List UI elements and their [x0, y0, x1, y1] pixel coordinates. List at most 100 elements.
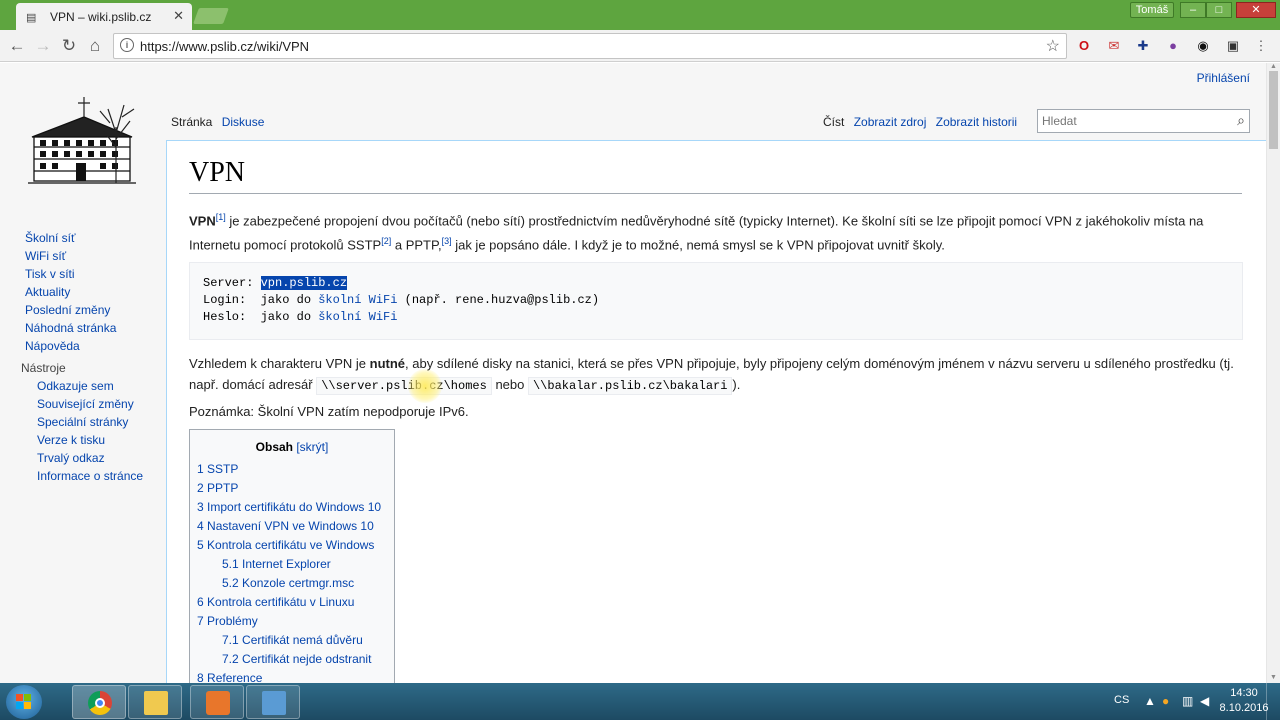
vpn-settings-block: Server: vpn.pslib.cz Login: jako do škol…: [189, 262, 1243, 340]
search-input[interactable]: [1042, 111, 1222, 131]
ref-2-link[interactable]: [2]: [381, 236, 391, 246]
minimize-button[interactable]: –: [1180, 2, 1206, 18]
forward-icon[interactable]: →: [32, 35, 54, 57]
screen-extension-icon[interactable]: ▣: [1224, 37, 1242, 55]
maximize-button[interactable]: □: [1206, 2, 1232, 18]
taskbar-explorer[interactable]: [128, 685, 182, 719]
ref-3-link[interactable]: [3]: [442, 236, 452, 246]
remote-desktop-icon: [262, 691, 286, 715]
toc-item[interactable]: 3 Import certifikátu do Windows 10: [190, 498, 394, 517]
show-desktop-button[interactable]: [1266, 683, 1280, 720]
back-icon[interactable]: ←: [6, 35, 28, 57]
tab-page[interactable]: Stránka: [168, 109, 215, 135]
page-namespace-tabs: Stránka Diskuse: [168, 109, 267, 135]
sidebar-tool-related-changes[interactable]: Související změny: [37, 395, 143, 413]
search-icon[interactable]: ⌕: [1237, 112, 1245, 129]
ref-1-link[interactable]: [1]: [216, 212, 226, 222]
article-content: VPN VPN[1] je zabezpečené propojení dvou…: [166, 140, 1266, 691]
intro-term: VPN: [189, 213, 216, 229]
sidebar-tool-printable[interactable]: Verze k tisku: [37, 431, 143, 449]
page-scrollbar[interactable]: ▲ ▼: [1266, 63, 1280, 683]
tab-close-icon[interactable]: ✕: [173, 8, 184, 24]
sidebar-tool-what-links-here[interactable]: Odkazuje sem: [37, 377, 143, 395]
toc-item[interactable]: 7 Problémy: [190, 612, 394, 631]
toc-item[interactable]: 5 Kontrola certifikátu ve Windows: [190, 536, 394, 555]
taskbar-remote-desktop[interactable]: [246, 685, 300, 719]
reload-icon[interactable]: ↻: [58, 35, 80, 57]
mail-extension-icon[interactable]: ✉: [1105, 37, 1123, 55]
toc-subitem[interactable]: 7.2 Certifikát nejde odstranit: [190, 650, 394, 669]
address-bar[interactable]: i https://www.pslib.cz/wiki/VPN ☆: [113, 33, 1067, 59]
toc-item[interactable]: 6 Kontrola certifikátu v Linuxu: [190, 593, 394, 612]
toc-subitem[interactable]: 5.1 Internet Explorer: [190, 555, 394, 574]
sidebar-item-recent-changes[interactable]: Poslední změny: [25, 301, 143, 319]
network-icon[interactable]: ▥: [1182, 694, 1193, 708]
close-window-button[interactable]: ✕: [1236, 2, 1276, 18]
sidebar-tool-permalink[interactable]: Trvalý odkaz: [37, 449, 143, 467]
toc-item[interactable]: 2 PPTP: [190, 479, 394, 498]
new-tab-button[interactable]: [193, 8, 229, 24]
profile-button[interactable]: Tomáš: [1130, 2, 1174, 18]
para2-text-4: ).: [732, 377, 741, 392]
toc-item[interactable]: 4 Nastavení VPN ve Windows 10: [190, 517, 394, 536]
login-link[interactable]: Přihlášení: [1197, 71, 1250, 85]
intro-text-3: jak je popsáno dále. I když je to možné,…: [451, 237, 945, 253]
start-button[interactable]: [6, 685, 42, 719]
mouse-cursor-highlight: [408, 369, 442, 403]
tab-discussion[interactable]: Diskuse: [219, 109, 268, 135]
sidebar-item-school-network[interactable]: Školní síť: [25, 229, 143, 247]
toc-hide-toggle[interactable]: [skrýt]: [296, 440, 328, 454]
para2-text-1: Vzhledem k charakteru VPN je: [189, 356, 370, 371]
toc-subitem[interactable]: 5.2 Konzole certmgr.msc: [190, 574, 394, 593]
login-label: Login: jako do: [203, 293, 319, 307]
sidebar-item-news[interactable]: Aktuality: [25, 283, 143, 301]
toc-item[interactable]: 1 SSTP: [190, 460, 394, 479]
scroll-down-icon[interactable]: ▼: [1270, 674, 1277, 681]
menu-icon[interactable]: ⋮: [1252, 37, 1270, 55]
chrome-icon: [88, 691, 112, 715]
scroll-thumb[interactable]: [1269, 71, 1278, 149]
volume-icon[interactable]: ◀: [1200, 694, 1209, 708]
opera-extension-icon[interactable]: O: [1075, 37, 1093, 55]
intro-text-2: a PPTP,: [391, 237, 442, 253]
site-info-icon[interactable]: i: [120, 38, 134, 52]
taskbar-recorder[interactable]: [190, 685, 244, 719]
tab-view-source[interactable]: Zobrazit zdroj: [851, 109, 930, 135]
server-label: Server:: [203, 276, 261, 290]
sidebar-tool-special-pages[interactable]: Speciální stránky: [37, 413, 143, 431]
sidebar-item-help[interactable]: Nápověda: [25, 337, 143, 355]
taskbar-chrome[interactable]: [72, 685, 126, 719]
table-of-contents: Obsah [skrýt] 1 SSTP 2 PPTP 3 Import cer…: [189, 429, 395, 691]
toc-title: Obsah: [255, 440, 293, 454]
toc-subitem[interactable]: 7.1 Certifikát nemá důvěru: [190, 631, 394, 650]
bookmark-star-icon[interactable]: ☆: [1046, 36, 1060, 56]
folder-icon: [144, 691, 168, 715]
scroll-up-icon[interactable]: ▲: [1270, 63, 1277, 70]
windows-taskbar: CS ▲ ● ▥ ◀ 14:30 8.10.2016: [0, 683, 1280, 720]
flag-extension-icon[interactable]: ✚: [1134, 37, 1152, 55]
browser-tab[interactable]: ▤ VPN – wiki.pslib.cz ✕: [16, 3, 192, 30]
tray-expand-icon[interactable]: ▲: [1144, 694, 1156, 708]
tab-title: VPN – wiki.pslib.cz: [50, 10, 152, 24]
dark-extension-icon[interactable]: ◉: [1194, 37, 1212, 55]
home-icon[interactable]: ⌂: [84, 35, 106, 57]
sidebar-item-random-page[interactable]: Náhodná stránka: [25, 319, 143, 337]
sidebar-tool-page-info[interactable]: Informace o stránce: [37, 467, 143, 485]
login-wifi-link[interactable]: školní WiFi: [318, 293, 397, 307]
school-building-logo[interactable]: [24, 87, 140, 187]
recorder-icon: [206, 691, 230, 715]
password-wifi-link[interactable]: školní WiFi: [318, 310, 397, 324]
wiki-search-box[interactable]: ⌕: [1037, 109, 1250, 133]
purple-extension-icon[interactable]: ●: [1164, 37, 1182, 55]
sidebar-item-wifi[interactable]: WiFi síť: [25, 247, 143, 265]
page-view-tabs: Číst Zobrazit zdroj Zobrazit historii: [820, 109, 1020, 135]
tab-view-history[interactable]: Zobrazit historii: [933, 109, 1020, 135]
sidebar-tools-heading: Nástroje: [21, 361, 66, 375]
sidebar-item-printing[interactable]: Tisk v síti: [25, 265, 143, 283]
language-indicator[interactable]: CS: [1114, 694, 1129, 706]
address-url[interactable]: https://www.pslib.cz/wiki/VPN: [140, 39, 309, 54]
favicon-icon: ▤: [26, 12, 37, 24]
tab-read[interactable]: Číst: [820, 109, 847, 135]
tray-app-icon[interactable]: ●: [1162, 694, 1169, 708]
clock-time[interactable]: 14:30: [1216, 687, 1272, 699]
